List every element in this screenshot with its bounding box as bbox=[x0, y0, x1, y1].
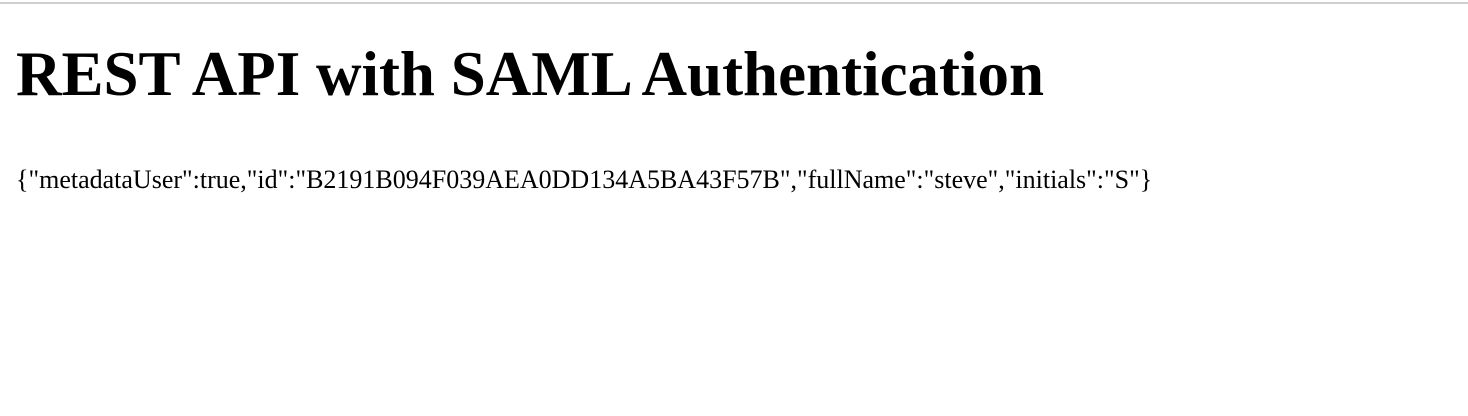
page-content: REST API with SAML Authentication {"meta… bbox=[0, 0, 1468, 416]
page-title: REST API with SAML Authentication bbox=[16, 39, 1045, 109]
api-response-json: {"metadataUser":true,"id":"B2191B094F039… bbox=[16, 165, 1153, 194]
